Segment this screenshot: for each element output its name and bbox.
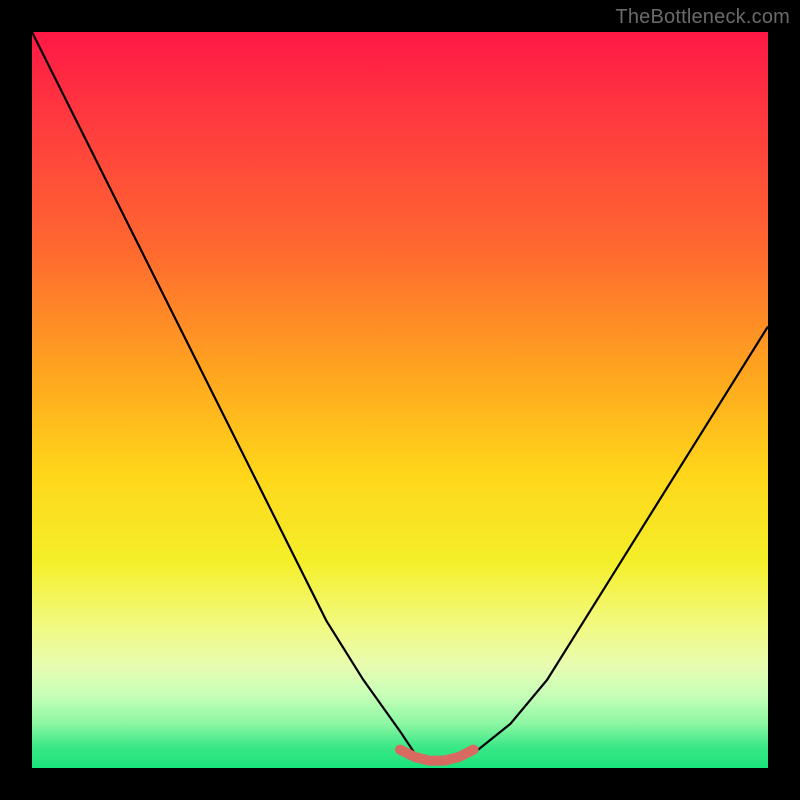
highlight-region [400, 750, 474, 761]
watermark-text: TheBottleneck.com [615, 6, 790, 29]
chart-frame: TheBottleneck.com [0, 0, 800, 800]
plot-area [32, 32, 768, 768]
curve-svg [32, 32, 768, 768]
bottleneck-curve [32, 32, 768, 761]
